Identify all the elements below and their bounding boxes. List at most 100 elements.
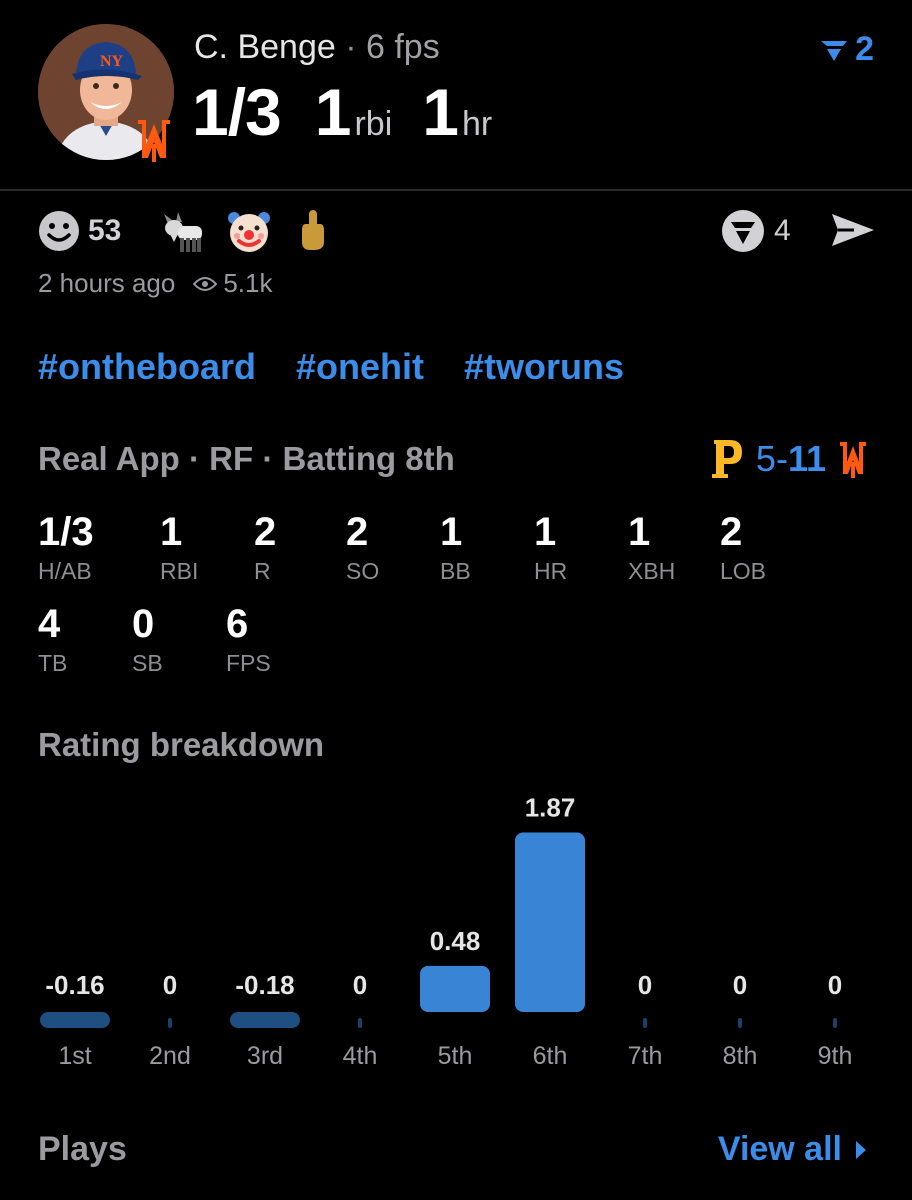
- header-divider: [0, 189, 912, 191]
- box-stat-label: BB: [440, 558, 471, 584]
- share-button[interactable]: [830, 210, 876, 250]
- box-stat: 6 FPS: [226, 602, 320, 677]
- finger-reaction[interactable]: [296, 208, 330, 252]
- eye-icon: [193, 276, 218, 291]
- game-sep-1: ·: [188, 440, 200, 477]
- hashtag-tworuns[interactable]: #tworuns: [464, 346, 624, 388]
- box-stat: 0 SB: [132, 602, 226, 677]
- hashtag-ontheboard[interactable]: #ontheboard: [38, 346, 256, 388]
- box-stat-value: 1: [440, 510, 463, 554]
- view-all-button[interactable]: View all: [718, 1130, 868, 1169]
- rating-value-label: 0.48: [430, 926, 481, 956]
- game-batting: Batting 8th: [282, 440, 455, 477]
- vibe-icon: [722, 210, 764, 252]
- box-stat-label: H/AB: [38, 558, 92, 584]
- comments-reaction[interactable]: 4: [720, 208, 791, 254]
- views-count: 5.1k: [223, 268, 273, 298]
- mets-logo-icon: [134, 114, 174, 164]
- rank-badge[interactable]: 2: [819, 30, 874, 69]
- rating-bar-6th: [515, 832, 585, 1012]
- box-stat: 4 TB: [38, 602, 132, 677]
- rating-title: Rating breakdown: [38, 726, 325, 763]
- reactions-bar: 53 4: [38, 206, 878, 256]
- header: NY C. Benge · 6 fps 1/3 1 rbi 1 hr 2: [0, 0, 912, 190]
- box-stat-value: 1/3: [38, 510, 94, 554]
- box-stat-value: 1: [160, 510, 183, 554]
- rank-chevron-icon: [821, 40, 848, 61]
- inning-label: 2nd: [149, 1042, 191, 1070]
- inning-label: 6th: [533, 1042, 568, 1070]
- mets-logo-small-icon: [840, 442, 866, 478]
- hashtags: #ontheboard #onehit #tworuns: [38, 346, 624, 388]
- rating-bar-2nd: [168, 1018, 172, 1028]
- posted-time: 2 hours ago: [38, 268, 176, 298]
- box-stat-value: 4: [38, 602, 61, 646]
- game-source: Real App: [38, 440, 180, 477]
- goat-reaction[interactable]: [160, 210, 206, 254]
- game-score[interactable]: 5 - 11: [710, 438, 868, 480]
- score-dash: -: [775, 438, 788, 479]
- box-stat-label: FPS: [226, 650, 271, 676]
- box-stat-value: 2: [720, 510, 743, 554]
- comments-count: 4: [774, 214, 791, 247]
- rank-value: 2: [855, 30, 874, 68]
- box-stat-value: 2: [346, 510, 369, 554]
- player-name-line[interactable]: C. Benge · 6 fps: [194, 28, 440, 67]
- rating-bar-1st: [40, 1012, 110, 1028]
- player-name[interactable]: C. Benge: [194, 28, 336, 66]
- rating-bar-5th: [420, 965, 490, 1012]
- game-position: RF: [209, 440, 254, 477]
- player-fps: 6 fps: [366, 28, 440, 66]
- rating-bar-8th: [738, 1018, 742, 1028]
- rating-value-label: 0: [733, 970, 747, 1000]
- inning-label: 8th: [723, 1042, 758, 1070]
- plays-title: Plays: [38, 1130, 127, 1168]
- box-stat-label: R: [254, 558, 271, 584]
- rating-bar-7th: [643, 1018, 647, 1028]
- send-icon: [832, 214, 874, 246]
- rating-bar-9th: [833, 1018, 837, 1028]
- box-stat: 1 RBI: [160, 510, 254, 585]
- rating-value-label: 1.87: [525, 792, 576, 822]
- headline-hr: 1: [422, 75, 459, 149]
- box-stat-label: XBH: [628, 558, 676, 584]
- headline-stats: 1/3 1 rbi 1 hr: [192, 74, 522, 150]
- headline-rbi: 1: [314, 75, 352, 149]
- smile-icon: [39, 211, 79, 251]
- game-info: Real App · RF · Batting 8th: [38, 440, 455, 478]
- box-stat-value: 1: [628, 510, 651, 554]
- score-away: 5: [755, 438, 776, 479]
- view-all-label: View all: [717, 1130, 842, 1168]
- box-stat: 2 R: [254, 510, 348, 585]
- box-stat: 1 HR: [534, 510, 628, 585]
- rating-bar-3rd: [230, 1012, 300, 1028]
- goat-icon: [164, 212, 202, 252]
- hashtag-onehit[interactable]: #onehit: [296, 346, 424, 388]
- box-stat-label: TB: [38, 650, 68, 676]
- rating-chart: -0.16 1st 0 2nd -0.18 3rd 0 4th 0.48 5th 1.87 6th 0 7…: [40, 792, 852, 1070]
- score-home: 11: [787, 438, 826, 479]
- chevron-right-icon: [856, 1140, 866, 1159]
- rating-bar-4th: [358, 1018, 362, 1028]
- rating-value-label: 0: [353, 970, 367, 1000]
- inning-label: 1st: [58, 1042, 91, 1070]
- headline-rbi-unit: rbi: [354, 105, 393, 143]
- pirates-logo-icon: [711, 440, 742, 478]
- game-sep-2: ·: [262, 440, 274, 477]
- inning-label: 3rd: [247, 1042, 283, 1070]
- middle-finger-icon: [302, 210, 324, 250]
- svg-text:NY: NY: [100, 53, 124, 70]
- name-separator: ·: [345, 28, 357, 66]
- box-stat-value: 2: [254, 510, 277, 554]
- views-counter: 5.1k: [193, 268, 272, 299]
- box-stat: 1/3 H/AB: [38, 510, 132, 585]
- box-stat-label: SB: [132, 650, 163, 676]
- clown-reaction[interactable]: [226, 208, 272, 254]
- rating-value-label: 0: [828, 970, 842, 1000]
- smile-reaction[interactable]: 53: [38, 210, 121, 252]
- inning-label: 5th: [438, 1042, 473, 1070]
- box-stat: 1 BB: [440, 510, 534, 585]
- box-stat-value: 1: [534, 510, 557, 554]
- box-stat: 2 SO: [346, 510, 440, 585]
- box-stat: 2 LOB: [720, 510, 814, 585]
